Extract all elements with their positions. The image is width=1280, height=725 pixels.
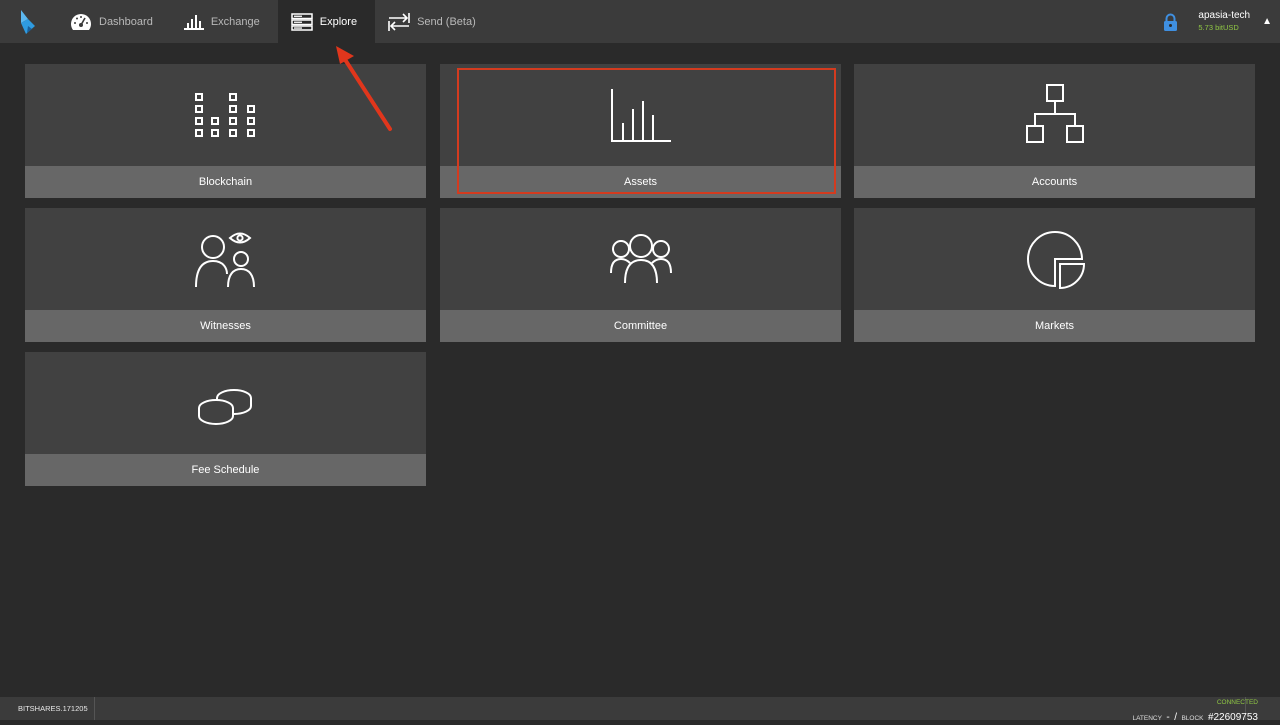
bar-chart-icon	[183, 14, 204, 30]
version-label: BITSHARES.171205	[0, 697, 95, 720]
account-tree-icon	[1025, 84, 1084, 143]
nav-send-beta-label: Send (Beta)	[417, 15, 476, 28]
account-name: apasia-tech	[1198, 10, 1251, 21]
status-footer: BITSHARES.171205 CONNECTED LATENCY - / B…	[0, 697, 1280, 723]
markets-pie-icon	[1026, 231, 1085, 290]
tile-assets-label: Assets	[440, 166, 841, 198]
blockchain-blocks-icon	[194, 93, 255, 137]
account-balance: 5.73 bitUSD	[1198, 23, 1239, 32]
speedometer-icon	[71, 13, 91, 30]
nav-exchange[interactable]: Exchange	[171, 0, 278, 43]
top-navigation-bar: Dashboard Exchange Explore Send (Beta) a…	[0, 0, 1280, 43]
nav-send-beta[interactable]: Send (Beta)	[375, 0, 494, 43]
tile-fee-schedule[interactable]: Fee Schedule	[25, 352, 426, 486]
nav-dashboard[interactable]: Dashboard	[57, 0, 171, 43]
bitshares-logo[interactable]	[0, 0, 57, 43]
tile-blockchain[interactable]: Blockchain	[25, 64, 426, 198]
tile-committee[interactable]: Committee	[440, 208, 841, 342]
tile-markets-label: Markets	[854, 310, 1255, 342]
tile-witnesses-label: Witnesses	[25, 310, 426, 342]
latency-value: -	[1166, 712, 1170, 723]
coins-icon	[197, 389, 252, 425]
witnesses-people-eye-icon	[194, 232, 255, 288]
tile-committee-label: Committee	[440, 310, 841, 342]
assets-chart-icon	[610, 89, 671, 142]
block-label: BLOCK	[1181, 715, 1204, 722]
caret-up-icon[interactable]: ▲	[1262, 16, 1272, 27]
tile-accounts[interactable]: Accounts	[854, 64, 1255, 198]
tile-markets[interactable]: Markets	[854, 208, 1255, 342]
connection-status[interactable]: CONNECTED LATENCY - / BLOCK #22609753	[1132, 697, 1280, 723]
account-area: apasia-tech 5.73 bitUSD ▲	[1163, 0, 1280, 43]
tile-fee-schedule-label: Fee Schedule	[25, 454, 426, 486]
latency-label: LATENCY	[1132, 715, 1162, 722]
tile-accounts-label: Accounts	[854, 166, 1255, 198]
lock-icon[interactable]	[1163, 13, 1178, 32]
latency-separator: /	[1174, 712, 1177, 723]
transfer-arrows-icon	[388, 12, 410, 31]
tile-assets[interactable]: Assets	[440, 64, 841, 198]
account-selector[interactable]: apasia-tech 5.73 bitUSD	[1198, 10, 1250, 33]
nav-dashboard-label: Dashboard	[99, 15, 153, 28]
nav-explore[interactable]: Explore	[277, 0, 376, 43]
nav-explore-label: Explore	[319, 15, 358, 28]
nav-exchange-label: Exchange	[210, 15, 260, 28]
bitshares-logo-icon	[20, 9, 35, 34]
committee-group-icon	[609, 234, 672, 284]
tile-witnesses[interactable]: Witnesses	[25, 208, 426, 342]
server-rack-icon	[291, 12, 313, 31]
tile-blockchain-label: Blockchain	[25, 166, 426, 198]
connection-status-text: CONNECTED	[1216, 699, 1258, 706]
block-number: #22609753	[1207, 712, 1258, 723]
latency-block-line: LATENCY - / BLOCK #22609753	[1132, 707, 1258, 725]
